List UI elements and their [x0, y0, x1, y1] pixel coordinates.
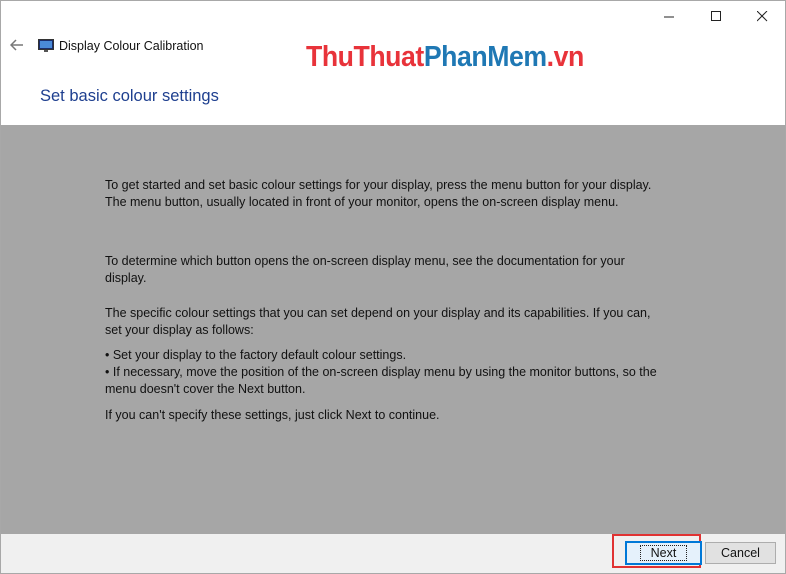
close-button[interactable]: [739, 1, 785, 31]
cancel-button[interactable]: Cancel: [705, 542, 776, 564]
maximize-button[interactable]: [693, 1, 739, 31]
bullet-item: • Set your display to the factory defaul…: [105, 348, 407, 362]
close-icon: [756, 10, 767, 21]
paragraph-settings: The specific colour settings that you ca…: [105, 306, 651, 337]
next-button-label: Next: [639, 545, 688, 561]
paragraph-documentation: To determine which button opens the on-s…: [105, 254, 625, 285]
bullet-item: • If necessary, move the position of the…: [105, 365, 657, 396]
maximize-icon: [710, 10, 721, 21]
paragraph-closing: If you can't specify these settings, jus…: [105, 408, 440, 422]
title-bar: [1, 1, 785, 31]
calibration-window: Display Colour Calibration ThuThuatPhanM…: [0, 0, 786, 574]
next-button[interactable]: Next: [625, 541, 702, 565]
page-title: Set basic colour settings: [40, 87, 219, 105]
display-calibration-icon: [38, 39, 54, 52]
back-button[interactable]: [7, 35, 27, 55]
minimize-icon: [663, 16, 674, 17]
watermark-logo: ThuThuatPhanMem.vn: [306, 41, 584, 73]
app-title: Display Colour Calibration: [59, 39, 204, 53]
minimize-button[interactable]: [646, 1, 692, 31]
back-arrow-icon: [10, 39, 23, 51]
paragraph-intro: To get started and set basic colour sett…: [105, 178, 652, 209]
